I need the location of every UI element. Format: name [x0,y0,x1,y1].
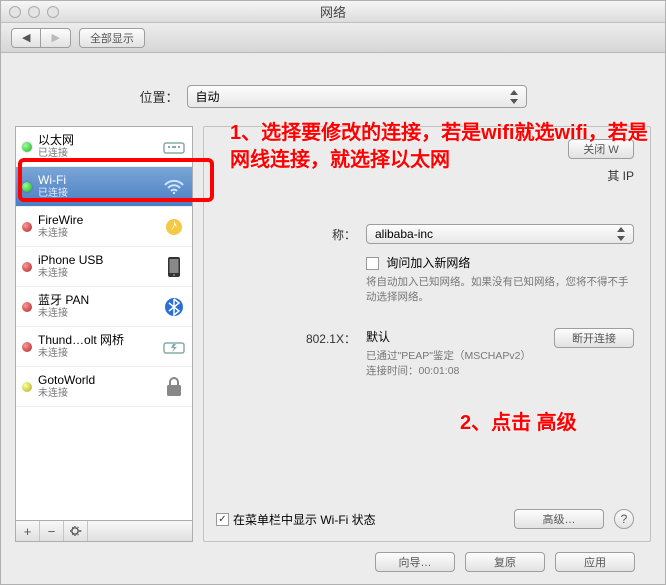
interface-status: 未连接 [38,268,156,280]
toggle-wifi-button[interactable]: 关闭 W [568,139,634,159]
chevron-up-down-icon [508,90,518,104]
show-menu-checkbox[interactable]: ✓ [216,513,229,526]
details-panel: 关闭 W 其 IP 称： alibaba-inc [203,126,651,542]
gear-icon [69,524,83,538]
sidebar-item-bluetooth[interactable]: 蓝牙 PAN未连接 [16,287,192,327]
forward-button[interactable]: ▶ [41,28,70,48]
dot1x-row: 802.1X： 默认 已通过"PEAP"鉴定（MSCHAPv2） 连接时间：00… [216,328,634,378]
interface-status: 未连接 [38,228,156,240]
back-button[interactable]: ◀ [11,28,41,48]
network-preferences-window: 网络 ◀ ▶ 全部显示 位置： 自动 以太网已连接Wi-Fi已连接FireWir… [0,0,666,585]
interface-name: Thund…olt 网桥 [38,333,156,347]
assist-button[interactable]: 向导… [375,552,455,572]
interface-list: 以太网已连接Wi-Fi已连接FireWire未连接iPhone USB未连接蓝牙… [15,126,193,520]
dot1x-time: 连接时间：00:01:08 [366,364,544,379]
status-dot-icon [22,142,32,152]
network-name-row: 称： alibaba-inc [216,224,634,244]
network-name-value: alibaba-inc [375,227,433,241]
remove-interface-button[interactable]: − [40,521,64,541]
status-dot-icon [22,302,32,312]
status-dot-icon [22,262,32,272]
ask-join-row: 询问加入新网络 将自动加入已知网络。如果没有已知网络，您将不得不手动选择网络。 [216,254,634,304]
ask-join-checkbox[interactable] [366,257,379,270]
location-row: 位置： 自动 [15,85,651,108]
add-interface-button[interactable]: + [16,521,40,541]
content-area: 位置： 自动 以太网已连接Wi-Fi已连接FireWire未连接iPhone U… [1,53,665,584]
iphone-icon [162,255,186,279]
lock-icon [162,375,186,399]
ethernet-icon [162,135,186,159]
interface-name: FireWire [38,213,156,227]
ip-fragment: 其 IP [216,167,634,184]
network-name-popup[interactable]: alibaba-inc [366,224,634,244]
action-menu-button[interactable] [64,521,88,541]
location-label: 位置： [139,87,178,106]
location-popup[interactable]: 自动 [187,85,527,108]
main-split: 以太网已连接Wi-Fi已连接FireWire未连接iPhone USB未连接蓝牙… [15,126,651,542]
wifi-icon [162,175,186,199]
list-footer: + − [15,520,193,542]
network-name-label: 称： [216,224,366,244]
show-menu-checkbox-label[interactable]: ✓ 在菜单栏中显示 Wi-Fi 状态 [216,511,504,528]
interface-status: 未连接 [38,348,156,360]
advanced-button[interactable]: 高级… [514,509,604,529]
dot1x-value: 默认 [366,328,544,345]
location-value: 自动 [196,88,220,105]
status-dot-icon [22,222,32,232]
nav-back-forward: ◀ ▶ [11,28,71,48]
interface-status: 未连接 [38,388,156,400]
status-dot-icon [22,342,32,352]
sidebar-item-wifi[interactable]: Wi-Fi已连接 [16,167,192,207]
interface-name: iPhone USB [38,253,156,267]
sidebar: 以太网已连接Wi-Fi已连接FireWire未连接iPhone USB未连接蓝牙… [15,126,193,542]
toolbar: ◀ ▶ 全部显示 [1,23,665,53]
interface-status: 未连接 [38,308,156,320]
ask-join-hint: 将自动加入已知网络。如果没有已知网络，您将不得不手动选择网络。 [366,275,634,304]
status-dot-icon [22,382,32,392]
apply-button[interactable]: 应用 [555,552,635,572]
revert-button[interactable]: 复原 [465,552,545,572]
interface-status: 已连接 [38,188,156,200]
interface-status: 已连接 [38,148,156,160]
sidebar-item-firewire[interactable]: FireWire未连接 [16,207,192,247]
titlebar: 网络 [1,1,665,23]
interface-name: 以太网 [38,133,156,147]
footer-buttons: 向导… 复原 应用 [15,542,651,584]
status-dot-icon [22,182,32,192]
interface-name: 蓝牙 PAN [38,293,156,307]
firewire-icon [162,215,186,239]
thunderbolt-icon [162,335,186,359]
bluetooth-icon [162,295,186,319]
help-button[interactable]: ? [614,509,634,529]
sidebar-item-ethernet[interactable]: 以太网已连接 [16,127,192,167]
interface-name: GotoWorld [38,373,156,387]
sidebar-item-lock[interactable]: GotoWorld未连接 [16,367,192,407]
disconnect-button[interactable]: 断开连接 [554,328,634,348]
ask-join-checkbox-label[interactable]: 询问加入新网络 [366,256,470,270]
chevron-up-down-icon [615,227,625,241]
dot1x-label: 802.1X： [216,328,366,378]
window-title: 网络 [1,2,665,21]
show-all-button[interactable]: 全部显示 [79,28,145,48]
interface-name: Wi-Fi [38,173,156,187]
details-bottom-row: ✓ 在菜单栏中显示 Wi-Fi 状态 高级… ? [216,503,634,529]
sidebar-item-thunderbolt[interactable]: Thund…olt 网桥未连接 [16,327,192,367]
sidebar-item-iphone[interactable]: iPhone USB未连接 [16,247,192,287]
dot1x-auth-info: 已通过"PEAP"鉴定（MSCHAPv2） [366,349,544,364]
